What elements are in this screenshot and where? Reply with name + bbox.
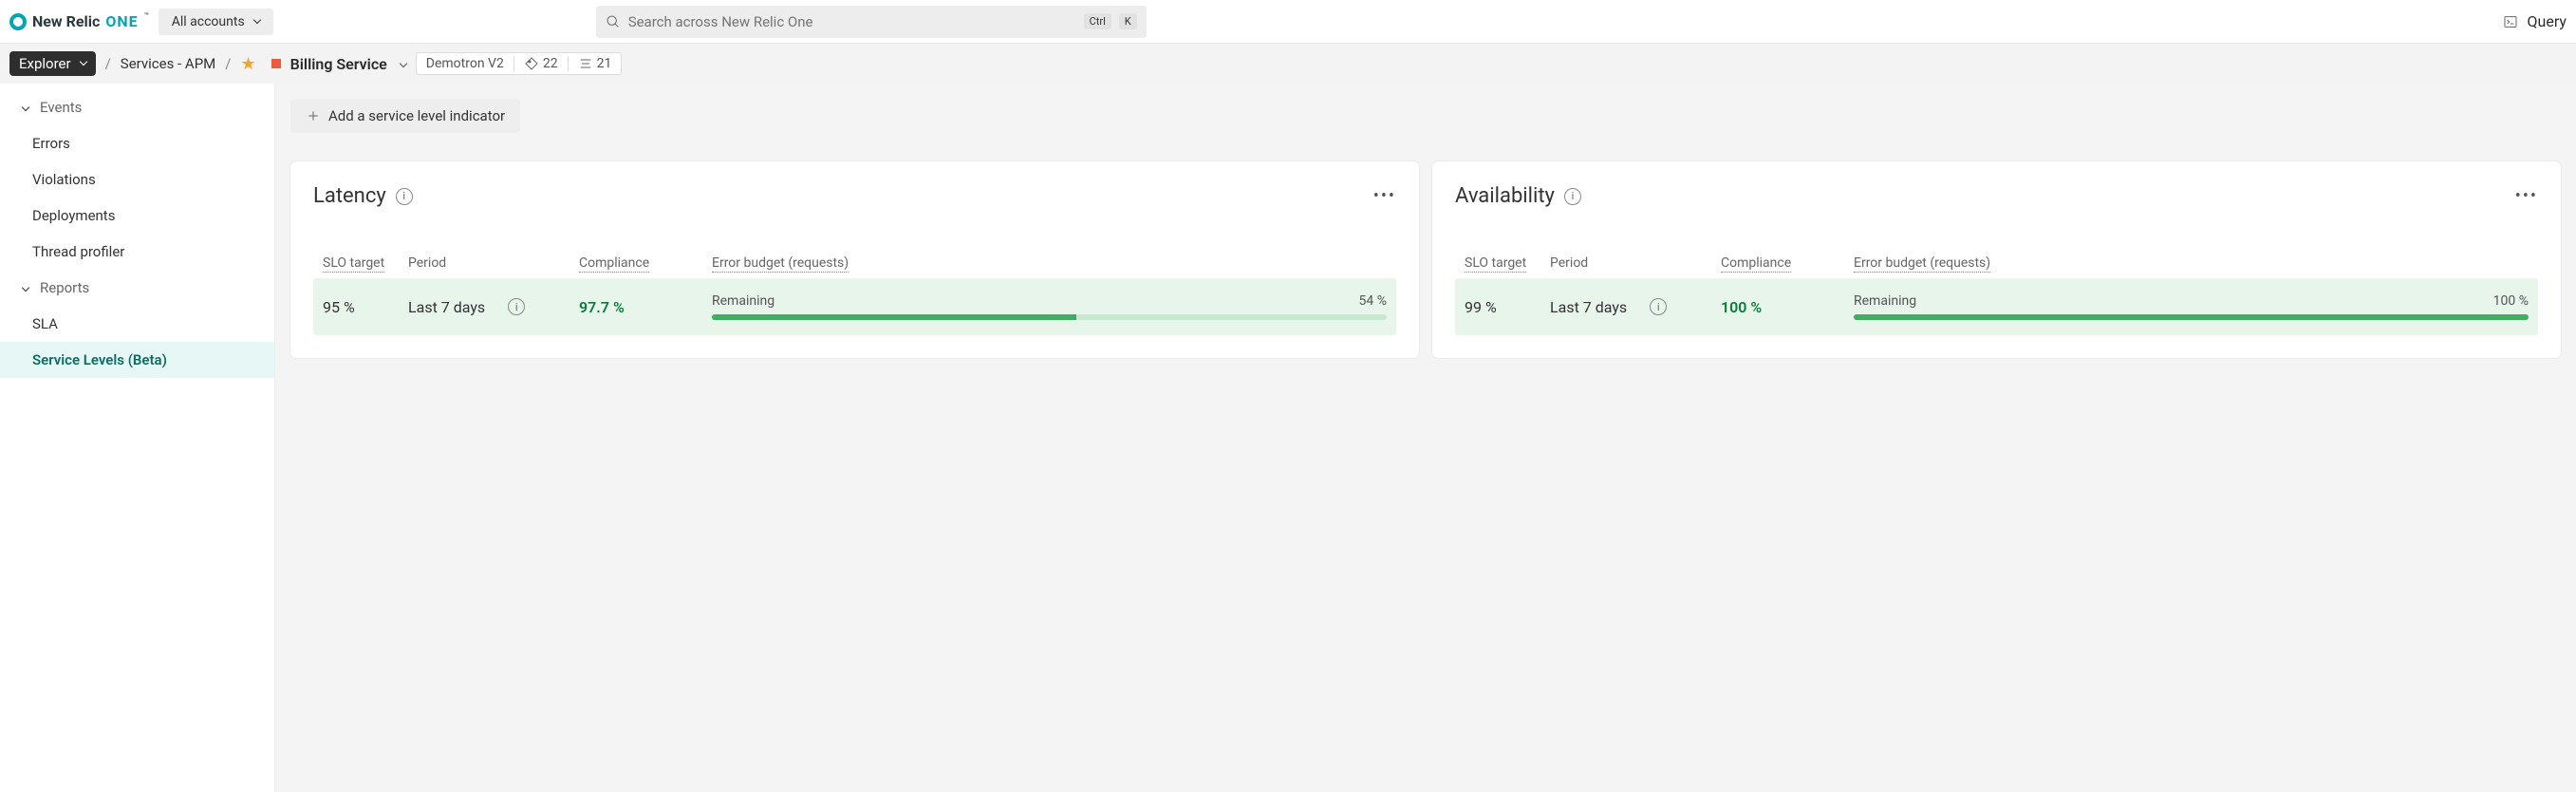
budget-bar-fill [1854, 314, 2529, 320]
remaining-value: 54 % [1359, 293, 1387, 309]
logo-suffix: ONE [105, 12, 138, 30]
sidebar-label: SLA [32, 315, 58, 332]
col-compliance: Compliance [579, 255, 712, 271]
related-count: 21 [597, 56, 612, 71]
crumb-sep: / [105, 55, 111, 72]
period-value: Last 7 days [1550, 298, 1627, 316]
remaining-label: Remaining [1854, 293, 1916, 309]
col-slo-target: SLO target [323, 255, 408, 271]
sidebar-label: Errors [32, 135, 70, 152]
search-icon [606, 14, 621, 29]
related-icon [578, 56, 593, 71]
kbd-ctrl: Ctrl [1084, 13, 1111, 29]
col-error-budget: Error budget (requests) [1854, 255, 2529, 271]
chevron-down-icon [19, 99, 28, 116]
newrelic-logo-icon [9, 13, 27, 30]
slo-row: 95 % Last 7 days i 97.7 % Remaining 54 % [313, 278, 1396, 335]
entity-meta-pill: Demotron V2 22 21 [416, 52, 623, 75]
tm: ™ [144, 11, 149, 20]
sidebar-item-thread-profiler[interactable]: Thread profiler [0, 234, 274, 270]
sidebar-item-service-levels[interactable]: Service Levels (Beta) [0, 342, 274, 378]
info-icon[interactable]: i [396, 188, 413, 205]
status-square-icon [271, 59, 281, 68]
sidebar-item-deployments[interactable]: Deployments [0, 198, 274, 234]
remaining-label: Remaining [712, 293, 775, 309]
global-search[interactable]: Ctrl K [596, 6, 1147, 38]
related-link[interactable]: 21 [578, 56, 612, 71]
plus-icon [306, 108, 321, 123]
sidebar-label: Deployments [32, 207, 115, 224]
info-icon[interactable]: i [508, 298, 525, 315]
sidebar-label: Service Levels (Beta) [32, 351, 167, 368]
tag-icon [524, 56, 539, 71]
account-name[interactable]: Demotron V2 [426, 56, 504, 71]
star-icon[interactable]: ★ [240, 54, 255, 74]
sidebar-item-errors[interactable]: Errors [0, 125, 274, 161]
budget-bar [712, 314, 1387, 320]
sidebar-section-events[interactable]: Events [0, 89, 274, 125]
sidebar: Events Errors Violations Deployments Thr… [0, 84, 275, 792]
card-title: Availability [1455, 184, 1555, 208]
sidebar-label: Violations [32, 171, 96, 188]
logo-text: New Relic [32, 12, 100, 30]
slo-target-value: 99 % [1465, 298, 1550, 316]
card-menu-icon[interactable]: ••• [1373, 186, 1396, 206]
crumb-sep: / [225, 55, 231, 72]
sidebar-item-sla[interactable]: SLA [0, 306, 274, 342]
slo-cards: Latency i ••• SLO target Period Complian… [290, 161, 2561, 358]
col-slo-target: SLO target [1465, 255, 1550, 271]
main-content: Add a service level indicator Latency i … [275, 84, 2576, 792]
budget-bar-fill [712, 314, 1076, 320]
remaining-value: 100 % [2493, 293, 2529, 309]
sidebar-label: Events [40, 99, 82, 116]
service-dropdown-icon[interactable] [397, 55, 406, 72]
tag-count: 22 [543, 56, 558, 71]
slo-target-value: 95 % [323, 298, 408, 316]
info-icon[interactable]: i [1564, 188, 1581, 205]
explorer-label: Explorer [19, 55, 71, 72]
sidebar-label: Thread profiler [32, 243, 124, 260]
period-value: Last 7 days [408, 298, 485, 316]
query-icon[interactable] [2503, 14, 2518, 29]
logo[interactable]: New Relic ONE ™ [9, 12, 149, 30]
sidebar-section-reports[interactable]: Reports [0, 270, 274, 306]
col-period: Period [1550, 255, 1721, 271]
breadcrumb-services[interactable]: Services - APM [121, 55, 215, 72]
col-period: Period [408, 255, 579, 271]
col-error-budget: Error budget (requests) [712, 255, 1387, 271]
add-sli-button[interactable]: Add a service level indicator [290, 99, 520, 133]
add-sli-label: Add a service level indicator [328, 107, 505, 124]
tags-link[interactable]: 22 [524, 56, 558, 71]
compliance-value: 100 % [1721, 298, 1854, 316]
sidebar-label: Reports [40, 279, 89, 296]
accounts-label: All accounts [172, 14, 245, 29]
top-bar: New Relic ONE ™ All accounts Ctrl K Query [0, 0, 2576, 44]
col-compliance: Compliance [1721, 255, 1854, 271]
budget-bar [1854, 314, 2529, 320]
chevron-down-icon [19, 279, 28, 296]
search-input[interactable] [628, 13, 1076, 30]
query-link[interactable]: Query [2528, 12, 2567, 30]
service-name: Billing Service [290, 55, 387, 73]
card-menu-icon[interactable]: ••• [2515, 186, 2538, 206]
card-title: Latency [313, 184, 386, 208]
slo-row: 99 % Last 7 days i 100 % Remaining 100 % [1455, 278, 2538, 335]
compliance-value: 97.7 % [579, 298, 712, 316]
sidebar-item-violations[interactable]: Violations [0, 161, 274, 198]
explorer-dropdown[interactable]: Explorer [9, 51, 96, 76]
slo-card-availability: Availability i ••• SLO target Period Com… [1432, 161, 2561, 358]
slo-card-latency: Latency i ••• SLO target Period Complian… [290, 161, 1419, 358]
kbd-k: K [1119, 13, 1137, 29]
info-icon[interactable]: i [1650, 298, 1667, 315]
accounts-dropdown[interactable]: All accounts [159, 9, 273, 35]
breadcrumb-bar: Explorer / Services - APM / ★ Billing Se… [0, 44, 2576, 84]
